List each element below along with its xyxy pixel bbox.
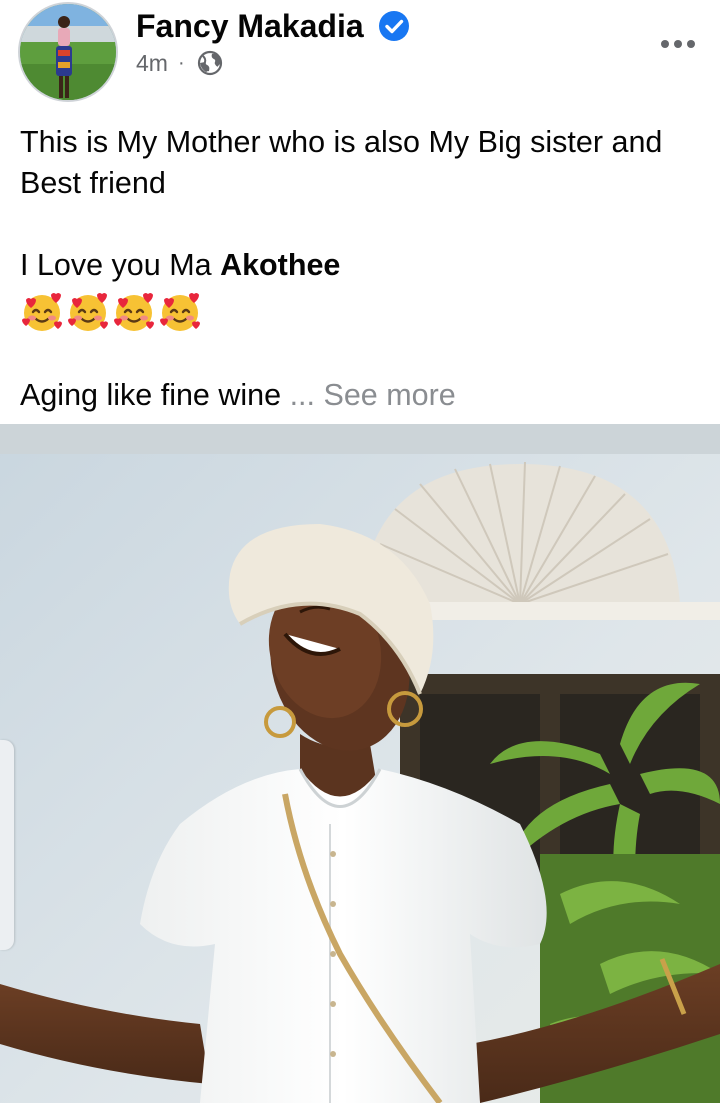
- smiling-face-with-hearts-icon: [160, 293, 200, 331]
- more-options-dot: [687, 40, 695, 48]
- post-photo[interactable]: [0, 424, 720, 1103]
- caption-last-line: Aging like fine wine ... See more: [20, 375, 700, 416]
- more-options-dot: [674, 40, 682, 48]
- caption-love-name: Akothee: [220, 248, 341, 282]
- emoji-row: [20, 290, 700, 334]
- woman-in-sun-hat-photo: [0, 424, 720, 1103]
- smiling-face-with-hearts-icon: [68, 293, 108, 331]
- post-caption: This is My Mother who is also My Big sis…: [20, 122, 700, 416]
- caption-line-1: This is My Mother who is also My Big sis…: [20, 125, 663, 200]
- author-name[interactable]: Fancy Makadia: [136, 6, 364, 46]
- post-timestamp[interactable]: 4m: [136, 50, 168, 77]
- caption-ellipsis: ...: [281, 378, 324, 412]
- facebook-post: Fancy Makadia 4m · This is My Mother who…: [0, 0, 720, 1103]
- smiling-face-with-hearts-icon: [114, 293, 154, 331]
- meta-separator: ·: [177, 51, 185, 74]
- edge-scroll-handle[interactable]: [0, 740, 14, 950]
- caption-love-prefix: I Love you Ma: [20, 248, 221, 282]
- post-meta: 4m ·: [136, 48, 223, 78]
- more-options-button[interactable]: [652, 30, 704, 58]
- caption-love-line: I Love you Ma Akothee: [20, 245, 700, 286]
- caption-aging-text: Aging like fine wine: [20, 378, 282, 412]
- smiling-face-with-hearts-icon: [22, 293, 62, 331]
- post-header: Fancy Makadia 4m ·: [0, 0, 720, 110]
- avatar-photo: [20, 4, 116, 100]
- verified-badge-icon: [379, 11, 409, 41]
- more-options-icon: [661, 40, 669, 48]
- author-avatar[interactable]: [18, 2, 118, 102]
- globe-icon[interactable]: [197, 50, 223, 76]
- see-more-link[interactable]: See more: [323, 378, 455, 412]
